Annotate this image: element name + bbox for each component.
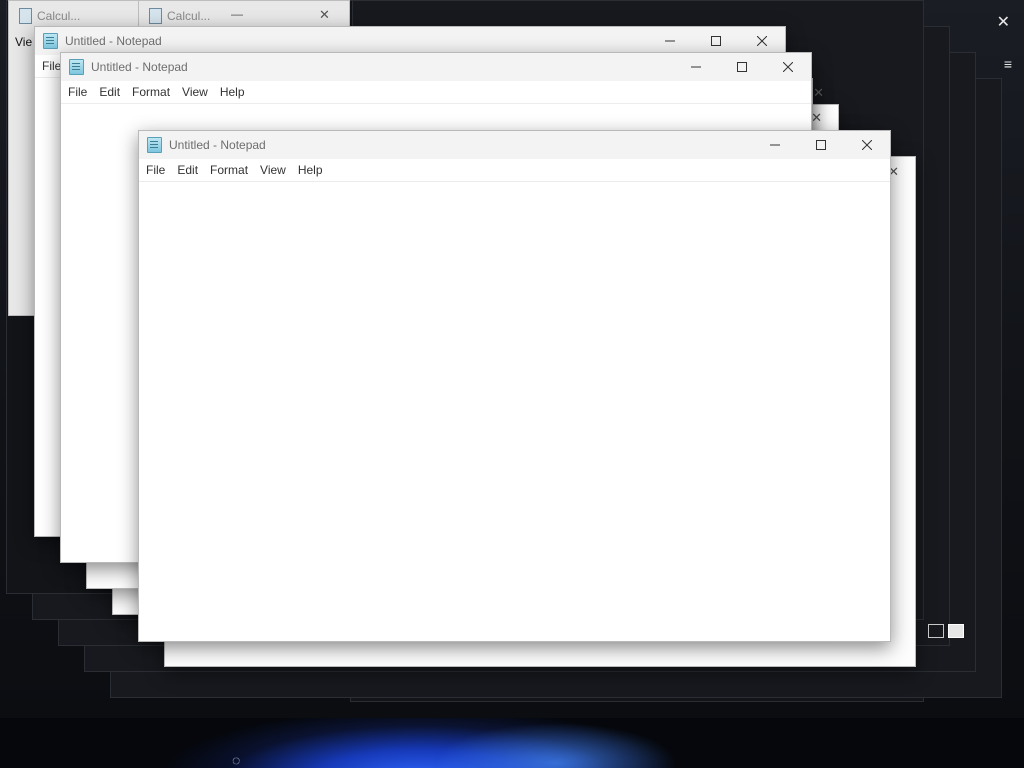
menu-view[interactable]: View: [176, 81, 214, 103]
menu-bar: File Edit Format View Help: [139, 159, 890, 182]
busy-cursor-icon: ◌: [232, 752, 241, 768]
notepad-icon: [43, 33, 58, 49]
calculator-icon: [149, 8, 162, 24]
close-button[interactable]: [844, 131, 890, 159]
menu-edit[interactable]: Edit: [93, 81, 126, 103]
minimize-button[interactable]: [647, 27, 693, 55]
wallpaper: [0, 718, 1024, 768]
menu-edit[interactable]: Edit: [171, 159, 204, 181]
menu-view[interactable]: View: [254, 159, 292, 181]
window-title: Calcul...: [37, 9, 81, 23]
menu-file[interactable]: File: [61, 81, 93, 103]
menu-file[interactable]: File: [139, 159, 171, 181]
menu-format[interactable]: Format: [204, 159, 254, 181]
menu-help[interactable]: Help: [292, 159, 329, 181]
notepad-window-active[interactable]: Untitled - Notepad File Edit Format View Hel…: [138, 130, 891, 642]
close-icon[interactable]: ✕: [997, 12, 1010, 32]
maximize-button[interactable]: [798, 131, 844, 159]
minimize-button[interactable]: —: [231, 7, 243, 21]
maximize-button[interactable]: [719, 53, 765, 81]
calculator-icon: [19, 8, 32, 24]
menu-bar: File Edit Format View Help: [61, 81, 811, 104]
maximize-button[interactable]: [693, 27, 739, 55]
close-button[interactable]: [739, 27, 785, 55]
list-view-icon[interactable]: [928, 624, 944, 638]
menu-item-view[interactable]: Vie: [15, 35, 32, 49]
close-button[interactable]: ✕: [319, 7, 330, 23]
menu-help[interactable]: Help: [214, 81, 251, 103]
text-editor[interactable]: [139, 182, 890, 641]
title-bar[interactable]: Untitled - Notepad: [61, 53, 811, 81]
menu-icon[interactable]: ≡: [1004, 56, 1012, 72]
view-mode-toggle: [928, 624, 968, 643]
window-title: Untitled - Notepad: [65, 34, 162, 48]
menu-format[interactable]: Format: [126, 81, 176, 103]
minimize-button[interactable]: [673, 53, 719, 81]
minimize-button[interactable]: [752, 131, 798, 159]
window-title: Untitled - Notepad: [91, 60, 188, 74]
close-button[interactable]: [765, 53, 811, 81]
window-title: Calcul...: [167, 9, 211, 23]
window-title: Untitled - Notepad: [169, 138, 266, 152]
tile-view-icon[interactable]: [948, 624, 964, 638]
title-bar[interactable]: Untitled - Notepad: [139, 131, 890, 159]
notepad-icon: [69, 59, 84, 75]
desktop: Calcul... Vie Calcul... — ✕ ✕ ✕ ✕ Untitl…: [0, 0, 1024, 768]
notepad-icon: [147, 137, 162, 153]
title-bar[interactable]: Untitled - Notepad: [35, 27, 785, 55]
close-button[interactable]: ✕: [813, 85, 824, 101]
